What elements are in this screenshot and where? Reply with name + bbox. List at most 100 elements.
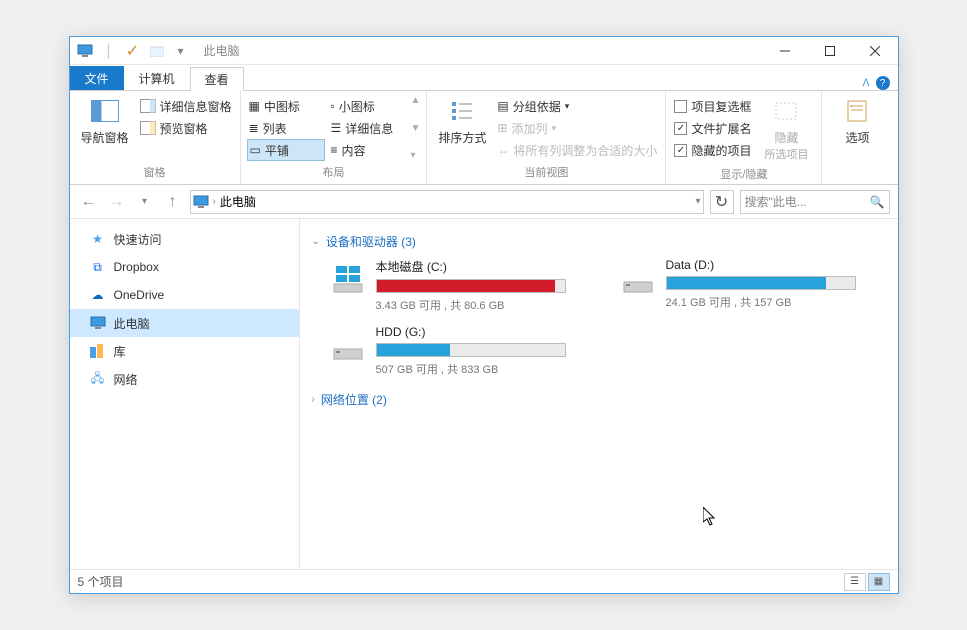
address-location: 此电脑 (220, 193, 256, 210)
tab-computer[interactable]: 计算机 (124, 66, 190, 90)
help-icon[interactable]: ? (876, 76, 890, 90)
layout-content-button[interactable]: ≡内容 (329, 139, 407, 161)
checkbox-icon: ✓ (674, 144, 687, 157)
network-icon: 🖧 (90, 371, 106, 387)
monitor-icon (193, 195, 209, 209)
layout-small-button[interactable]: ▫小图标 (329, 95, 407, 117)
ribbon-tabs: 文件 计算机 查看 ᐱ ? (70, 65, 898, 91)
content-icon: ≡ (331, 143, 338, 157)
back-button[interactable]: ← (78, 191, 100, 213)
add-column-icon: ⊞ (497, 121, 507, 135)
extensions-toggle[interactable]: ✓文件扩展名 (672, 117, 753, 139)
sidebar-item-dropbox[interactable]: ⧉Dropbox (70, 253, 299, 281)
view-switch: ☰ ▦ (844, 573, 890, 591)
libraries-icon (90, 343, 106, 359)
cloud-icon: ☁ (90, 287, 106, 303)
sidebar-item-quick-access[interactable]: ★快速访问 (70, 225, 299, 253)
up-button[interactable]: ↑ (162, 191, 184, 213)
search-box[interactable]: 搜索"此电... 🔍 (740, 190, 890, 214)
drive-name: 本地磁盘 (C:) (376, 258, 590, 275)
layout-details-button[interactable]: ☰详细信息 (329, 117, 407, 139)
star-icon: ★ (90, 231, 106, 247)
layout-list-button[interactable]: ≣列表 (247, 117, 325, 139)
checkmark-icon[interactable]: ✓ (122, 40, 144, 62)
monitor-icon (90, 315, 106, 331)
close-button[interactable] (853, 37, 898, 65)
preview-pane-button[interactable]: 预览窗格 (138, 117, 234, 139)
details-pane-icon (140, 99, 156, 113)
address-dropdown-icon[interactable]: ▾ (695, 196, 700, 207)
hidden-items-toggle[interactable]: ✓隐藏的项目 (672, 139, 753, 161)
item-checkboxes-toggle[interactable]: 项目复选框 (672, 95, 753, 117)
ribbon: 导航窗格 预览窗格 详细信息窗格 预览窗格 窗格 (70, 91, 898, 185)
group-by-button[interactable]: ▤分组依据▾ (495, 95, 659, 117)
address-bar[interactable]: › 此电脑 ▾ (190, 190, 704, 214)
minimize-button[interactable] (763, 37, 808, 65)
titlebar: | ✓ ▾ 此电脑 (70, 37, 898, 65)
list-icon: ≣ (249, 121, 259, 135)
small-icons-icon: ▫ (331, 99, 335, 113)
ribbon-group-label: 布局 (247, 162, 421, 184)
statusbar: 5 个项目 ☰ ▦ (70, 569, 898, 593)
sidebar-item-onedrive[interactable]: ☁OneDrive (70, 281, 299, 309)
layout-scroll-up-icon[interactable]: ▲ (411, 95, 421, 106)
sort-button[interactable]: 排序方式 (433, 95, 491, 148)
sidebar-item-network[interactable]: 🖧网络 (70, 365, 299, 393)
ribbon-group-panes: 导航窗格 预览窗格 详细信息窗格 预览窗格 窗格 (70, 91, 241, 184)
checkbox-icon: ✓ (674, 122, 687, 135)
group-by-icon: ▤ (497, 99, 508, 113)
chevron-right-icon[interactable]: › (213, 196, 216, 207)
layout-expand-icon[interactable]: ▾ (411, 150, 421, 161)
tab-file[interactable]: 文件 (70, 66, 124, 90)
fit-columns-icon: ↔ (497, 143, 509, 157)
details-pane-button[interactable]: 预览窗格 详细信息窗格 (138, 95, 234, 117)
drive-capacity-text: 507 GB 可用 , 共 833 GB (376, 361, 590, 377)
sidebar-item-libraries[interactable]: 库 (70, 337, 299, 365)
sort-icon (446, 97, 478, 125)
forward-button[interactable]: → (106, 191, 128, 213)
group-header-network[interactable]: › 网络位置 (2) (312, 391, 886, 408)
add-column-button[interactable]: ⊞添加列▾ (495, 117, 659, 139)
drive-icon (330, 258, 366, 294)
ribbon-group-show-hide: 项目复选框 ✓文件扩展名 ✓隐藏的项目 隐藏 所选项目 显示/隐藏 (666, 91, 822, 184)
monitor-icon[interactable] (74, 40, 96, 62)
tiles-icon: ▭ (250, 143, 261, 157)
layout-medium-button[interactable]: ▦中图标 (247, 95, 325, 117)
refresh-button[interactable]: ↻ (710, 190, 734, 214)
view-tiles-button[interactable]: ▦ (868, 573, 890, 591)
qat-dropdown-icon[interactable]: ▾ (170, 40, 192, 62)
chevron-down-icon: ▾ (565, 101, 570, 112)
view-details-button[interactable]: ☰ (844, 573, 866, 591)
search-placeholder: 搜索"此电... (745, 193, 866, 210)
nav-pane-button[interactable]: 导航窗格 (76, 95, 134, 148)
layout-scroll-down-icon[interactable]: ▼ (411, 123, 421, 134)
ribbon-group-layout: ▦中图标 ≣列表 ▭平铺 ▫小图标 ☰详细信息 ≡内容 ▲ ▼ ▾ 布局 (241, 91, 428, 184)
group-header-devices[interactable]: ⌄ 设备和驱动器 (3) (312, 233, 886, 250)
explorer-window: | ✓ ▾ 此电脑 文件 计算机 查看 ᐱ ? 导航窗格 (69, 36, 899, 594)
chevron-right-icon: › (312, 394, 315, 405)
ribbon-group-label: 显示/隐藏 (672, 164, 815, 186)
dropbox-icon: ⧉ (90, 259, 106, 275)
drive-capacity-bar (376, 279, 566, 293)
chevron-down-icon: ⌄ (312, 236, 320, 247)
drive-item[interactable]: 本地磁盘 (C:)3.43 GB 可用 , 共 80.6 GB (330, 258, 590, 313)
medium-icons-icon: ▦ (249, 99, 260, 113)
drive-capacity-bar (376, 343, 566, 357)
collapse-ribbon-icon[interactable]: ᐱ (863, 78, 870, 89)
fit-columns-button[interactable]: ↔将所有列调整为合适的大小 (495, 139, 659, 161)
drive-item[interactable]: HDD (G:)507 GB 可用 , 共 833 GB (330, 325, 590, 377)
layout-tiles-button[interactable]: ▭平铺 (247, 139, 325, 161)
options-button[interactable]: 选项 (828, 95, 886, 148)
sidebar-item-this-pc[interactable]: 此电脑 (70, 309, 299, 337)
status-item-count: 5 个项目 (78, 573, 124, 590)
ribbon-group-current-view: 排序方式 ▤分组依据▾ ⊞添加列▾ ↔将所有列调整为合适的大小 当前视图 (427, 91, 666, 184)
options-icon (841, 97, 873, 125)
search-icon: 🔍 (870, 195, 885, 209)
tab-view[interactable]: 查看 (190, 67, 244, 91)
recent-dropdown-icon[interactable]: ▾ (134, 191, 156, 213)
folder-icon[interactable] (146, 40, 168, 62)
preview-pane-icon (140, 121, 156, 135)
drive-item[interactable]: Data (D:)24.1 GB 可用 , 共 157 GB (620, 258, 880, 313)
hide-selected-button[interactable]: 隐藏 所选项目 (757, 95, 815, 164)
maximize-button[interactable] (808, 37, 853, 65)
